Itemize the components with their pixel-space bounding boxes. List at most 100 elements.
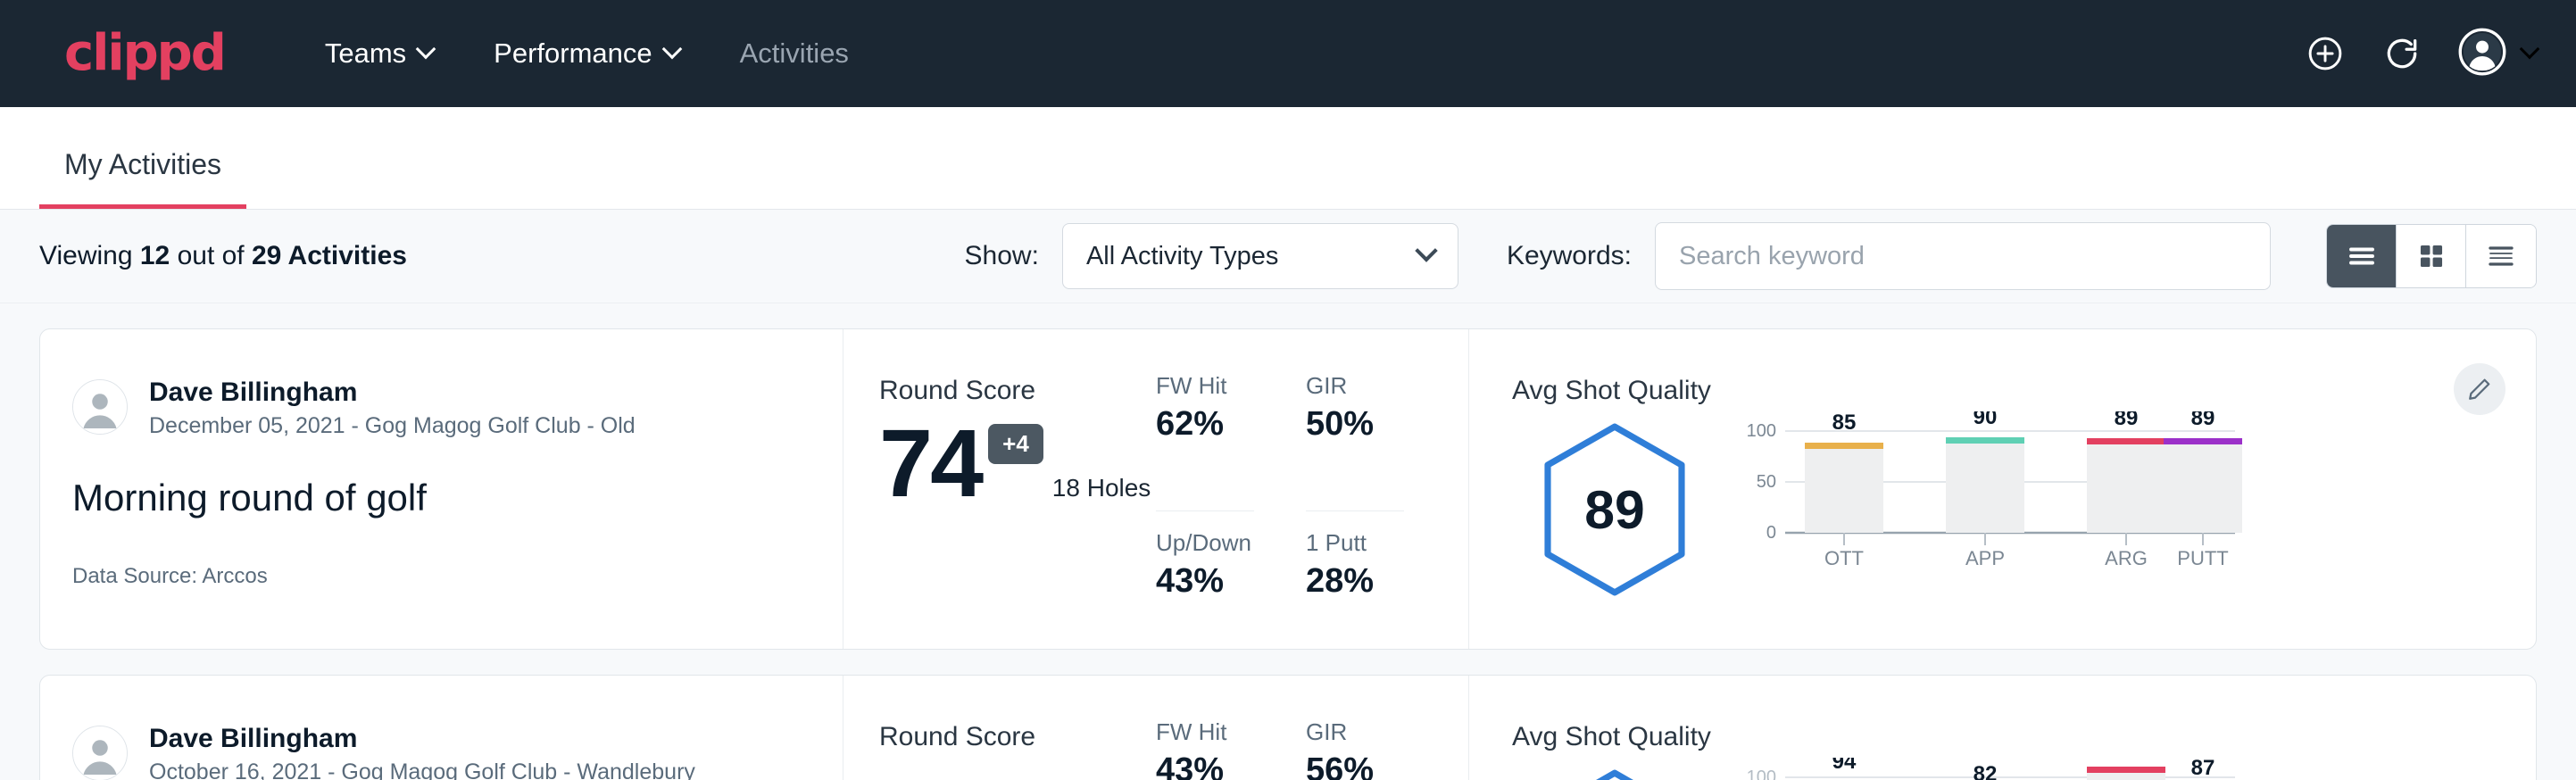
nav-item-activities[interactable]: Activities: [710, 37, 879, 70]
edit-activity-button[interactable]: [2454, 363, 2505, 415]
stat-gir: GIR 50%: [1306, 372, 1404, 511]
activity-type-value: All Activity Types: [1086, 242, 1278, 271]
svg-text:OTT: OTT: [1824, 547, 1864, 569]
round-score-label: Round Score: [879, 722, 1156, 752]
viewing-total: 29 Activities: [252, 241, 407, 270]
nav-item-teams[interactable]: Teams: [295, 37, 463, 70]
player-text: Dave Billingham December 05, 2021 - Gog …: [149, 376, 636, 439]
shot-quality-chart: 100 94 82 106 87: [1717, 758, 2536, 780]
svg-text:87: 87: [2191, 758, 2215, 780]
shot-quality-chart: 100 50 0 85 OTT 90 APP: [1717, 411, 2536, 594]
tab-my-activities[interactable]: My Activities: [39, 148, 246, 209]
stat-value: 43%: [1156, 751, 1254, 780]
add-icon[interactable]: [2305, 33, 2346, 74]
activity-card[interactable]: Dave Billingham December 05, 2021 - Gog …: [39, 328, 2537, 650]
list-view-button[interactable]: [2327, 225, 2397, 287]
stat-label: GIR: [1306, 718, 1404, 746]
stat-label: Up/Down: [1156, 529, 1254, 557]
svg-text:106: 106: [2108, 758, 2144, 759]
filter-controls: Show: All Activity Types Keywords:: [965, 222, 2537, 290]
activity-type-select[interactable]: All Activity Types: [1062, 223, 1458, 289]
account-menu[interactable]: [2458, 28, 2537, 80]
avg-shot-quality-section: Avg Shot Quality 89 100: [1468, 329, 2536, 649]
round-stats-grid: FW Hit 43% GIR 56%: [1156, 676, 1468, 780]
round-score-section: Round Score: [843, 676, 1156, 780]
player-header: Dave Billingham December 05, 2021 - Gog …: [72, 376, 843, 439]
svg-text:ARG: ARG: [2105, 547, 2148, 569]
search-input[interactable]: [1655, 222, 2271, 290]
stat-gir: GIR 56%: [1306, 718, 1404, 780]
tab-bar: My Activities: [0, 107, 2576, 210]
svg-text:100: 100: [1747, 768, 1776, 780]
compact-view-button[interactable]: [2466, 225, 2536, 287]
nav-actions: [2305, 28, 2537, 80]
nav-item-performance[interactable]: Performance: [463, 37, 709, 70]
player-name: Dave Billingham: [149, 722, 695, 756]
svg-text:94: 94: [1832, 758, 1857, 774]
quality-score-text: 89: [1584, 479, 1645, 540]
show-label: Show:: [965, 241, 1039, 271]
avg-shot-quality-body: 89 100 50 0: [1512, 411, 2536, 599]
score-differential-badge: +4: [988, 424, 1043, 464]
nav-item-label: Performance: [494, 37, 652, 70]
chevron-down-icon: [661, 39, 682, 60]
account-avatar: [2458, 28, 2506, 80]
player-header: Dave Billingham October 16, 2021 - Gog M…: [72, 722, 843, 780]
stat-value: 43%: [1156, 562, 1254, 601]
avg-shot-quality-label: Avg Shot Quality: [1512, 722, 2536, 752]
top-navigation-bar: clippd Teams Performance Activities: [0, 0, 2576, 107]
stat-value: 28%: [1306, 562, 1404, 601]
round-score-value: 74: [879, 415, 981, 511]
activity-meta: December 05, 2021 - Gog Magog Golf Club …: [149, 413, 636, 439]
svg-text:82: 82: [1974, 762, 1998, 780]
holes-count: 18 Holes: [1052, 474, 1151, 511]
activity-info: Dave Billingham October 16, 2021 - Gog M…: [40, 676, 843, 780]
player-name: Dave Billingham: [149, 376, 636, 410]
activity-info: Dave Billingham December 05, 2021 - Gog …: [40, 329, 843, 649]
stat-fw-hit: FW Hit 43%: [1156, 718, 1254, 780]
svg-text:89: 89: [2115, 411, 2139, 430]
activity-list: Dave Billingham December 05, 2021 - Gog …: [0, 303, 2576, 780]
chevron-down-icon: [1415, 239, 1437, 261]
main-nav-items: Teams Performance Activities: [295, 37, 879, 70]
activity-meta: October 16, 2021 - Gog Magog Golf Club -…: [149, 759, 695, 780]
viewing-count: 12: [140, 241, 170, 270]
stat-label: FW Hit: [1156, 372, 1254, 400]
chevron-down-icon: [416, 39, 436, 60]
nav-item-label: Teams: [325, 37, 406, 70]
nav-item-label: Activities: [740, 37, 849, 70]
viewing-prefix: Viewing: [39, 241, 140, 270]
filter-toolbar: Viewing 12 out of 29 Activities Show: Al…: [0, 210, 2576, 303]
stat-label: FW Hit: [1156, 718, 1254, 746]
chevron-down-icon: [2520, 39, 2540, 60]
stat-value: 62%: [1156, 405, 1254, 444]
round-stats-grid: FW Hit 62% GIR 50% Up/Down 43% 1 Putt 28…: [1156, 329, 1468, 649]
refresh-icon[interactable]: [2381, 33, 2422, 74]
svg-text:APP: APP: [1965, 547, 2005, 569]
activity-title: Morning round of golf: [72, 477, 843, 519]
grid-view-button[interactable]: [2397, 225, 2466, 287]
clippd-logo[interactable]: clippd: [64, 29, 225, 79]
svg-text:85: 85: [1832, 411, 1857, 435]
stat-value: 50%: [1306, 405, 1404, 444]
avg-shot-quality-body: 100 94 82 106 87: [1512, 758, 2536, 780]
svg-text:50: 50: [1757, 472, 1776, 492]
avg-shot-quality-section: Avg Shot Quality 100 94 82: [1468, 676, 2536, 780]
avatar: [72, 726, 128, 780]
svg-text:PUTT: PUTT: [2177, 547, 2228, 569]
stat-up-down: Up/Down 43%: [1156, 511, 1254, 650]
avatar: [72, 379, 128, 435]
data-source: Data Source: Arccos: [72, 564, 843, 589]
activity-card[interactable]: Dave Billingham October 16, 2021 - Gog M…: [39, 675, 2537, 780]
view-mode-toggle-group: [2326, 224, 2537, 288]
svg-text:89: 89: [2191, 411, 2215, 430]
stat-one-putt: 1 Putt 28%: [1306, 511, 1404, 650]
stat-fw-hit: FW Hit 62%: [1156, 372, 1254, 511]
stat-label: GIR: [1306, 372, 1404, 400]
svg-text:90: 90: [1974, 411, 1998, 429]
round-score-section: Round Score 74 +4 18 Holes: [843, 329, 1156, 649]
viewing-count-text: Viewing 12 out of 29 Activities: [39, 241, 407, 271]
round-score-row: 74 +4 18 Holes: [879, 415, 1156, 511]
svg-text:100: 100: [1747, 421, 1776, 441]
viewing-mid: out of: [170, 241, 252, 270]
